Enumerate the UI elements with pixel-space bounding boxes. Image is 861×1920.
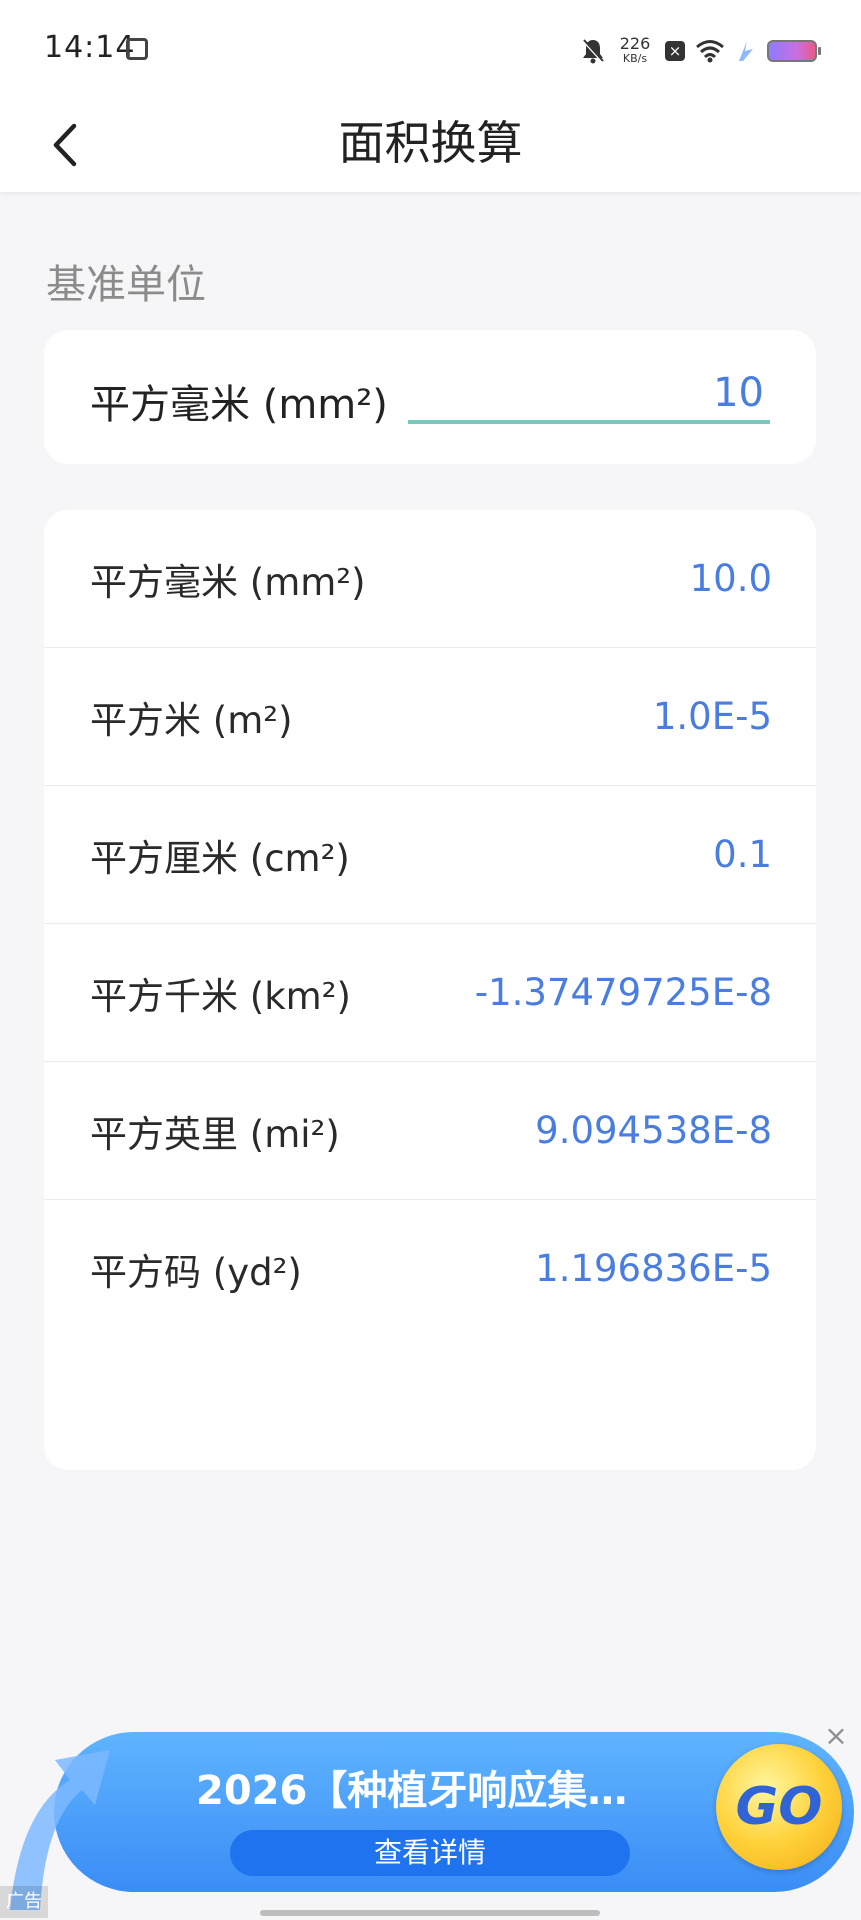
base-unit-card: 平方毫米 (mm²) [44, 330, 816, 464]
mute-bell-icon [581, 38, 605, 64]
result-label: 平方英里 (mi²) [90, 1112, 340, 1156]
network-speed: 226 KB/s [619, 34, 651, 66]
result-row-km2: 平方千米 (km²) -1.37479725E-8 [44, 924, 816, 1062]
charging-icon [735, 39, 757, 63]
result-value: 1.196836E-5 [535, 1247, 772, 1290]
result-value: 10.0 [689, 557, 772, 600]
wifi-icon [695, 39, 725, 63]
result-row-mi2: 平方英里 (mi²) 9.094538E-8 [44, 1062, 816, 1200]
result-label: 平方码 (yd²) [90, 1250, 302, 1294]
app-bar: 面积换算 [0, 100, 861, 192]
result-row-m2: 平方米 (m²) 1.0E-5 [44, 648, 816, 786]
result-row-cm2: 平方厘米 (cm²) 0.1 [44, 786, 816, 924]
ad-details-button[interactable]: 查看详情 [230, 1830, 630, 1876]
result-value: 9.094538E-8 [535, 1109, 772, 1152]
go-badge[interactable]: GO [716, 1744, 842, 1870]
ad-tag: 广告 [0, 1886, 48, 1918]
battery-icon [767, 40, 821, 62]
calendar-icon [126, 38, 148, 60]
result-value: -1.37479725E-8 [474, 971, 772, 1014]
sim-disabled-icon: × [665, 41, 685, 61]
status-bar: 14:14 226 KB/s × [0, 0, 861, 100]
result-label: 平方米 (m²) [90, 698, 293, 742]
result-row-mm2: 平方毫米 (mm²) 10.0 [44, 510, 816, 648]
results-list: 平方毫米 (mm²) 10.0 平方米 (m²) 1.0E-5 平方厘米 (cm… [44, 510, 816, 1470]
result-value: 1.0E-5 [652, 695, 772, 738]
result-label: 平方毫米 (mm²) [90, 560, 366, 604]
result-label: 平方千米 (km²) [90, 974, 351, 1018]
page-title: 面积换算 [338, 116, 523, 170]
home-indicator[interactable] [260, 1910, 600, 1916]
status-time: 14:14 [44, 30, 136, 65]
ad-banner[interactable]: 2026【种植牙响应集… 查看详情 GO [0, 1720, 861, 1920]
result-label: 平方厘米 (cm²) [90, 836, 350, 880]
result-value: 0.1 [713, 833, 772, 876]
close-icon[interactable]: × [822, 1722, 850, 1750]
result-row-yd2: 平方码 (yd²) 1.196836E-5 [44, 1200, 816, 1337]
ad-title: 2026【种植牙响应集… [196, 1768, 628, 1814]
status-icons: 226 KB/s × [581, 34, 821, 68]
base-value-input[interactable] [408, 366, 770, 424]
section-label: 基准单位 [46, 262, 206, 308]
base-unit-label: 平方毫米 (mm²) [90, 382, 388, 428]
